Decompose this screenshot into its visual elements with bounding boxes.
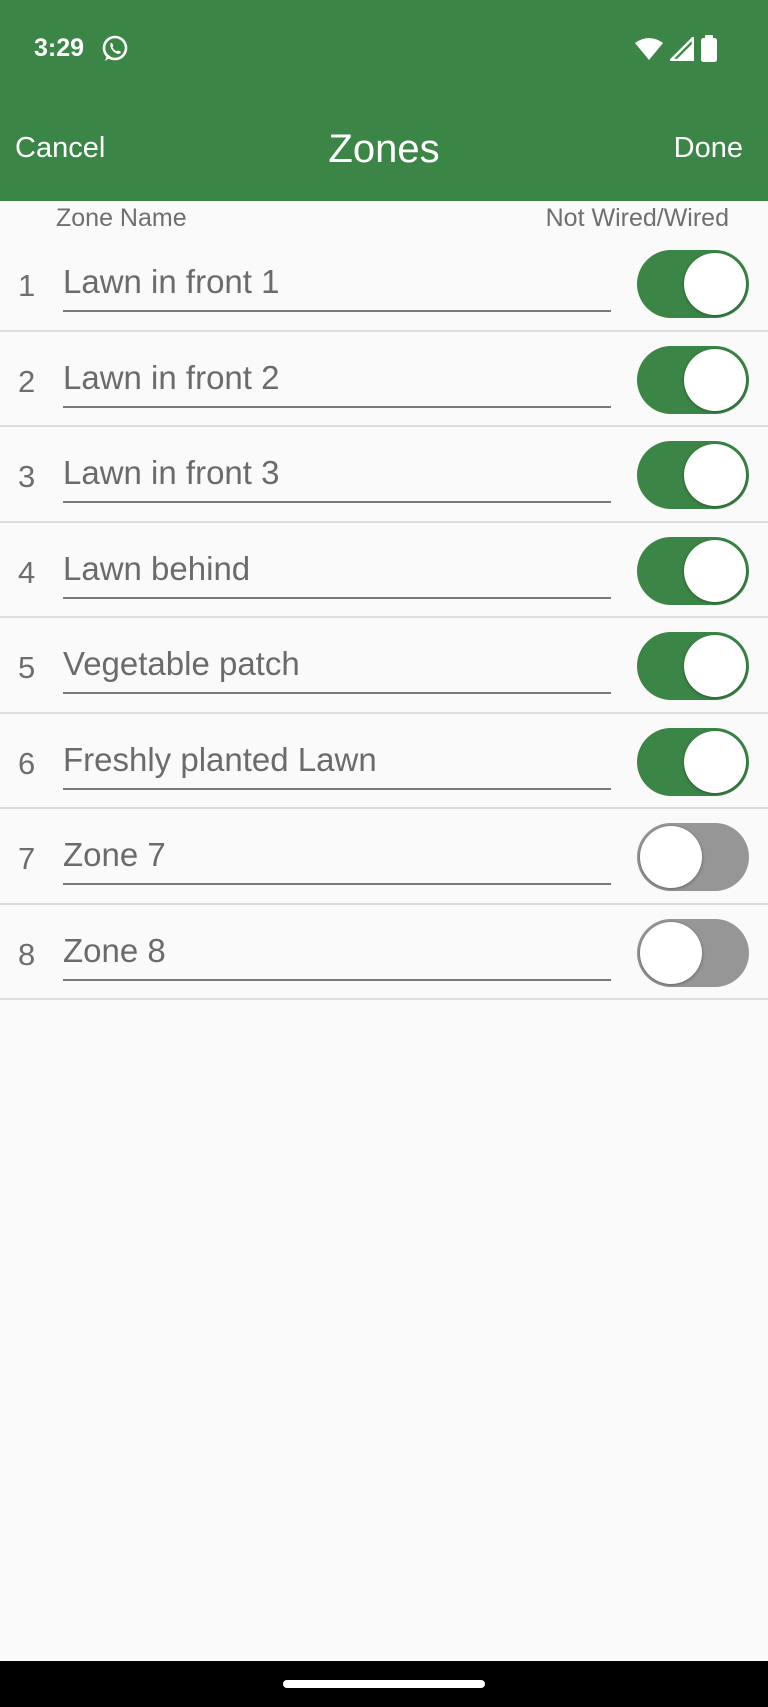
wired-toggle[interactable] (637, 250, 749, 318)
zone-name-column-header: Zone Name (56, 204, 187, 232)
toggle-knob (684, 635, 746, 697)
wired-toggle[interactable] (637, 632, 749, 700)
toggle-knob (640, 921, 702, 984)
zone-name-input[interactable] (63, 636, 611, 694)
toggle-knob (684, 539, 746, 602)
wired-toggle[interactable] (637, 823, 749, 891)
wired-toggle[interactable] (637, 727, 749, 796)
zone-row: 5 (0, 618, 768, 714)
zone-row: 6 (0, 714, 768, 809)
zone-row: 7 (0, 809, 768, 905)
zone-row: 8 (0, 905, 768, 1000)
zone-name-input[interactable] (63, 349, 611, 408)
zone-name-input[interactable] (63, 827, 611, 885)
zone-number: 5 (18, 650, 36, 685)
zone-number: 4 (18, 554, 36, 590)
wired-toggle[interactable] (637, 441, 749, 509)
status-icons (634, 34, 718, 64)
zone-row: 3 (0, 427, 768, 523)
zone-name-input[interactable] (63, 922, 611, 981)
zone-row: 1 (0, 236, 768, 332)
zone-number: 8 (18, 936, 36, 972)
zone-row: 4 (0, 523, 768, 618)
status-time: 3:29 (34, 34, 85, 62)
battery-icon (700, 35, 718, 63)
zone-number: 2 (18, 363, 36, 399)
home-gesture-handle[interactable] (283, 1680, 485, 1688)
wired-column-header: Not Wired/Wired (545, 204, 729, 232)
zone-name-input[interactable] (63, 445, 611, 503)
wired-toggle[interactable] (637, 918, 749, 987)
toggle-knob (684, 253, 746, 315)
zone-name-input[interactable] (63, 254, 611, 312)
done-button[interactable]: Done (674, 132, 743, 165)
toggle-knob (684, 348, 746, 411)
zone-number: 3 (18, 459, 36, 494)
zone-list: 1 2 3 4 5 6 7 8 (0, 236, 768, 1000)
zone-number: 1 (18, 268, 36, 303)
zone-name-input[interactable] (63, 540, 611, 599)
toggle-knob (640, 826, 702, 888)
zone-name-input[interactable] (63, 731, 611, 790)
zone-number: 6 (18, 745, 36, 781)
wired-toggle[interactable] (637, 536, 749, 605)
zone-row: 2 (0, 332, 768, 427)
zone-number: 7 (18, 841, 36, 876)
whatsapp-icon (100, 34, 130, 64)
wifi-icon (634, 37, 664, 61)
wired-toggle[interactable] (637, 345, 749, 414)
toggle-knob (684, 444, 746, 506)
signal-icon (670, 37, 694, 61)
cancel-button[interactable]: Cancel (15, 132, 105, 165)
app-header: 3:29 Cancel Zones Done (0, 0, 768, 201)
page-title: Zones (328, 127, 440, 171)
toggle-knob (684, 730, 746, 793)
system-navigation-bar (0, 1661, 768, 1707)
